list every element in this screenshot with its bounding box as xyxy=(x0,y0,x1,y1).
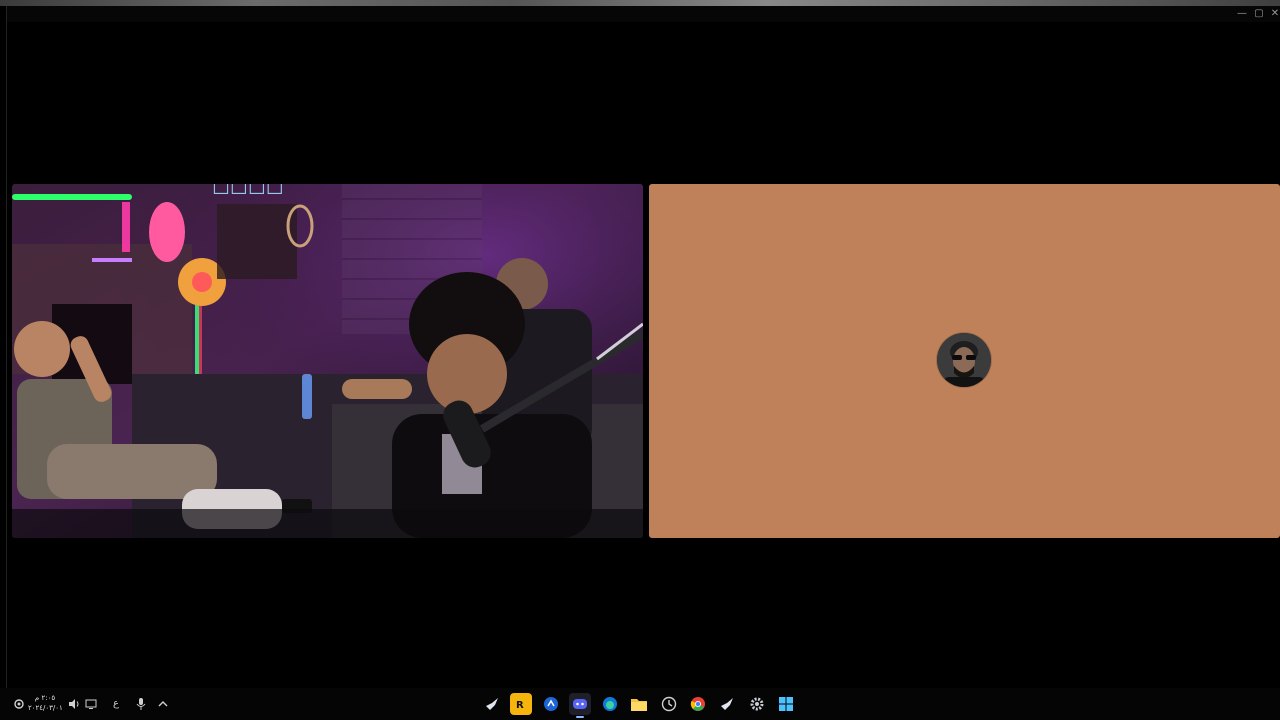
chrome-icon[interactable] xyxy=(687,693,709,715)
chevron-up-icon[interactable] xyxy=(156,696,170,712)
keyboard-language[interactable]: ع xyxy=(109,696,123,712)
microphone-icon[interactable] xyxy=(134,696,148,712)
discord-icon[interactable] xyxy=(569,693,591,718)
rockstar-launcher-icon[interactable]: R xyxy=(510,693,532,715)
close-button[interactable]: ✕ xyxy=(1266,7,1280,21)
video-grid: ☐☐☐☐ xyxy=(7,22,1280,688)
steam-icon-2[interactable] xyxy=(716,693,738,715)
bing-visual-search-icon[interactable] xyxy=(540,693,562,715)
svg-text:☐☐☐☐: ☐☐☐☐ xyxy=(212,184,284,199)
display-icon[interactable] xyxy=(84,696,98,712)
start-windows-icon[interactable] xyxy=(775,693,797,715)
settings-gear-icon[interactable] xyxy=(746,693,768,715)
file-explorer-icon[interactable] xyxy=(628,693,650,715)
clock[interactable]: ٢:٠٥ م ٢٠٢٤/٠٣/٠١ xyxy=(28,693,63,713)
avatar-image xyxy=(937,333,991,387)
clock-date: ٢٠٢٤/٠٣/٠١ xyxy=(28,704,63,712)
volume-icon[interactable] xyxy=(67,696,81,712)
minimize-button[interactable]: — xyxy=(1233,7,1251,21)
video-stream: ☐☐☐☐ xyxy=(12,184,643,538)
participant-avatar-tile[interactable] xyxy=(649,184,1280,538)
title-bar: — ▢ ✕ xyxy=(7,6,1280,22)
clock-time: ٢:٠٥ م xyxy=(34,694,56,702)
participant-video-tile[interactable]: ☐☐☐☐ xyxy=(12,184,643,538)
network-settings-icon[interactable] xyxy=(12,696,26,712)
avatar xyxy=(937,333,991,387)
edge-icon[interactable] xyxy=(599,693,621,715)
taskbar: ٢:٠٥ م ٢٠٢٤/٠٣/٠١ ع R xyxy=(0,688,1280,720)
steam-icon[interactable] xyxy=(481,693,503,715)
clock-app-icon[interactable] xyxy=(658,693,680,715)
call-window: — ▢ ✕ ☐☐☐☐ xyxy=(6,6,1280,688)
svg-text:R: R xyxy=(516,700,524,711)
